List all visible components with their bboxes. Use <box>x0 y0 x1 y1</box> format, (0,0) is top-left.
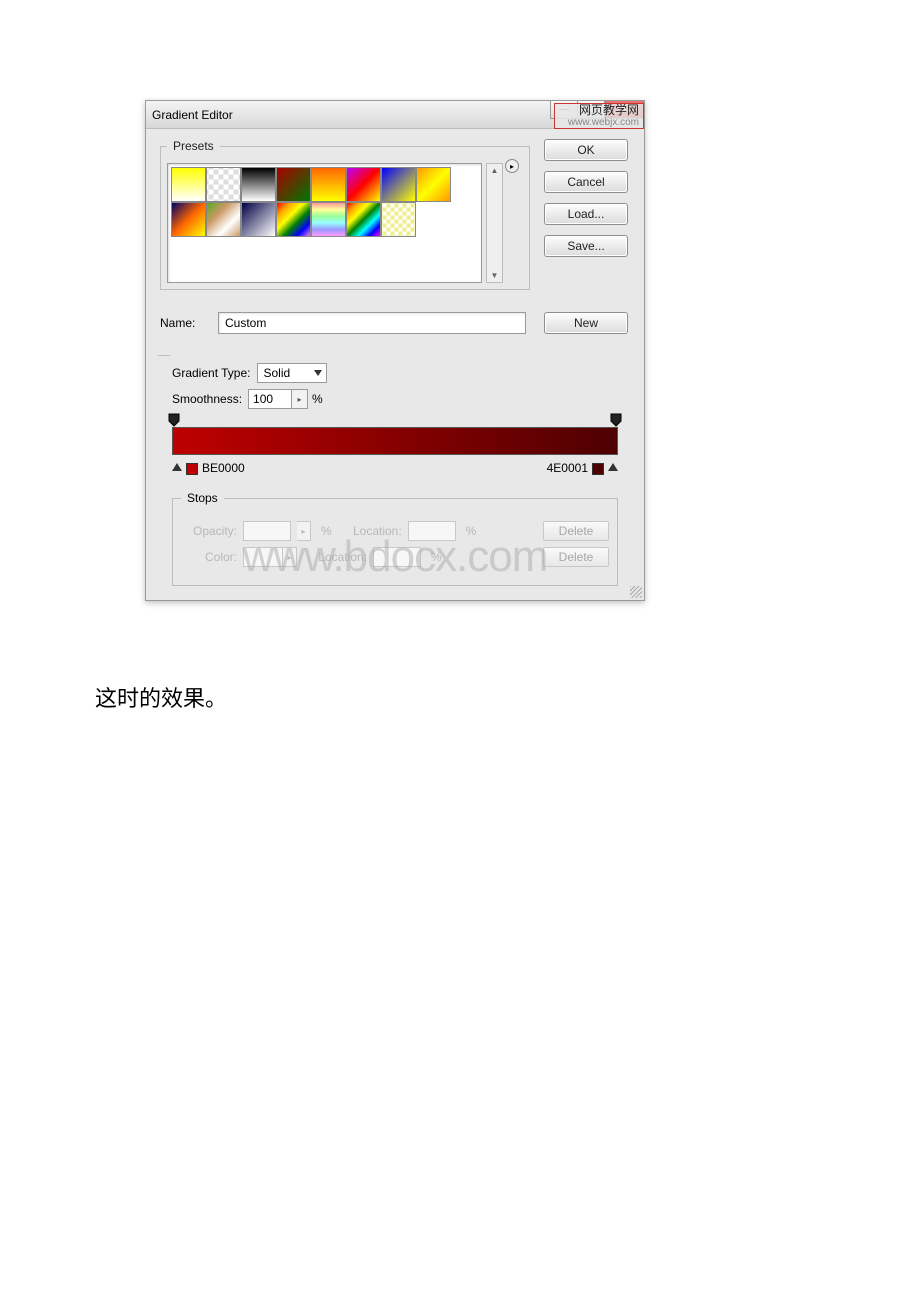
presets-grid[interactable] <box>167 163 482 283</box>
color-stop-icon <box>608 463 618 471</box>
name-input[interactable] <box>218 312 526 334</box>
preset-swatch[interactable] <box>346 167 381 202</box>
gradient-type-label: Gradient Type: <box>172 366 251 380</box>
preset-swatch[interactable] <box>311 167 346 202</box>
gradient-bar-area: BE0000 4E0001 <box>172 415 618 475</box>
name-label: Name: <box>160 316 218 330</box>
smoothness-stepper[interactable]: ▸ <box>292 389 308 409</box>
presets-legend: Presets <box>167 139 220 153</box>
delete-opacity-stop-button: Delete <box>543 521 609 541</box>
preset-swatch[interactable] <box>206 202 241 237</box>
opacity-stop-row: Opacity: ▸ % Location: % Delete <box>181 521 609 541</box>
new-button[interactable]: New <box>544 312 628 334</box>
color-stop-row: Color: ▸ Location: % Delete <box>181 547 609 567</box>
gradient-editor-dialog: Gradient Editor — ▢ ✕ 网页教学网 www.webjx.co… <box>145 100 645 601</box>
stops-legend: Stops <box>181 491 224 505</box>
load-button[interactable]: Load... <box>544 203 628 225</box>
opacity-stop-right[interactable] <box>610 413 622 425</box>
chevron-down-icon <box>314 370 322 376</box>
presets-group: Presets ▸ <box>160 139 530 290</box>
preset-swatch[interactable] <box>381 202 416 237</box>
preset-swatch[interactable] <box>241 202 276 237</box>
left-color-chip[interactable] <box>186 463 198 475</box>
color-location-label: Location: <box>311 550 367 564</box>
presets-menu-icon[interactable]: ▸ <box>505 159 519 173</box>
source-watermark: 网页教学网 www.webjx.com <box>554 103 644 129</box>
save-button[interactable]: Save... <box>544 235 628 257</box>
opacity-location-field <box>408 521 456 541</box>
opacity-location-label: Location: <box>346 524 402 538</box>
color-picker-arrow: ▸ <box>283 547 297 567</box>
preset-swatch[interactable] <box>171 202 206 237</box>
caption-text: 这时的效果。 <box>95 681 920 713</box>
preset-swatch[interactable] <box>276 202 311 237</box>
smoothness-input[interactable] <box>248 389 292 409</box>
preset-swatch[interactable] <box>381 167 416 202</box>
ok-button[interactable]: OK <box>544 139 628 161</box>
gradient-preview-bar[interactable] <box>172 427 618 455</box>
scroll-up-icon[interactable]: ▲ <box>491 166 499 175</box>
right-color-chip[interactable] <box>592 463 604 475</box>
presets-scrollbar[interactable]: ▲ ▼ <box>486 163 503 283</box>
preset-swatch[interactable] <box>416 167 451 202</box>
preset-swatch[interactable] <box>241 167 276 202</box>
percent-label: % <box>312 392 323 406</box>
opacity-stop-left[interactable] <box>168 413 180 425</box>
gradient-type-select[interactable]: Solid <box>257 363 327 383</box>
stops-group: Stops Opacity: ▸ % Location: % Delete Co… <box>172 491 618 586</box>
opacity-stepper: ▸ <box>297 521 311 541</box>
cancel-button[interactable]: Cancel <box>544 171 628 193</box>
preset-swatch[interactable] <box>171 167 206 202</box>
color-label: Color: <box>181 550 237 564</box>
preset-swatch[interactable] <box>346 202 381 237</box>
right-stop-label: 4E0001 <box>547 461 618 475</box>
delete-color-stop-button: Delete <box>543 547 609 567</box>
color-location-field <box>373 547 421 567</box>
color-field <box>243 547 283 567</box>
color-stop-icon <box>172 463 182 471</box>
opacity-label: Opacity: <box>181 524 237 538</box>
resize-grip-icon[interactable] <box>630 586 642 598</box>
window-title: Gradient Editor <box>152 108 233 122</box>
preset-swatch[interactable] <box>276 167 311 202</box>
smoothness-label: Smoothness: <box>172 392 242 406</box>
preset-swatch[interactable] <box>311 202 346 237</box>
preset-swatch[interactable] <box>206 167 241 202</box>
scroll-down-icon[interactable]: ▼ <box>491 271 499 280</box>
opacity-field <box>243 521 291 541</box>
left-stop-label: BE0000 <box>172 461 245 475</box>
